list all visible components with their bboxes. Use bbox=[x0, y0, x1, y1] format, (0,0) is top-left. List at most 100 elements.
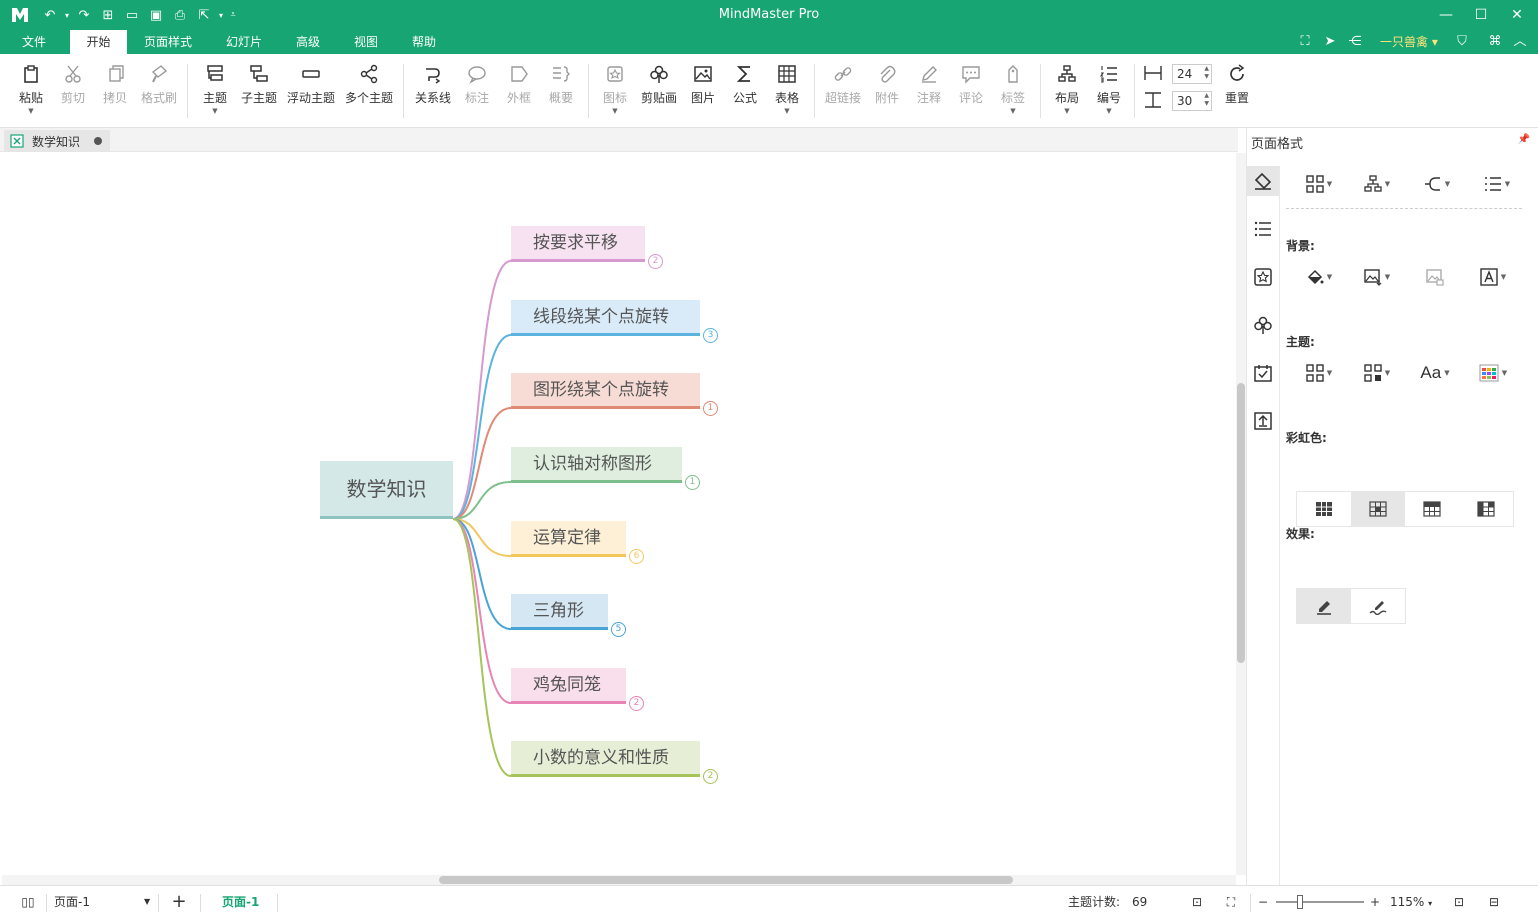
picture-button[interactable]: 图片 bbox=[686, 62, 720, 118]
icon-button[interactable]: 图标 ▼ bbox=[598, 62, 632, 118]
copy-button[interactable]: 拷贝 bbox=[98, 62, 132, 118]
collapse-ribbon-icon[interactable]: ︿ bbox=[1510, 33, 1530, 51]
horizontal-spacing-input[interactable]: 24 ▲ ▼ bbox=[1172, 64, 1212, 84]
main-topic[interactable]: 按要求平移 bbox=[511, 226, 645, 262]
layout-dropdown-icon[interactable]: ▼ bbox=[1050, 108, 1084, 115]
numbering-dropdown-icon[interactable]: ▼ bbox=[1092, 108, 1126, 115]
cut-button[interactable]: 剪切 bbox=[56, 62, 90, 118]
main-topic[interactable]: 认识轴对称图形 bbox=[511, 447, 682, 483]
icon-library-tab-icon[interactable] bbox=[1247, 262, 1279, 292]
paste-dropdown-icon[interactable]: ▼ bbox=[14, 108, 48, 115]
clipart-button[interactable]: 剪贴画 bbox=[638, 62, 680, 118]
rainbow-option-2[interactable] bbox=[1351, 492, 1405, 526]
note-button[interactable]: 注释 bbox=[912, 62, 946, 118]
minimize-button[interactable]: — bbox=[1431, 4, 1461, 26]
table-button[interactable]: 表格 ▼ bbox=[770, 62, 804, 118]
layout-button[interactable]: 布局 ▼ bbox=[1050, 62, 1084, 118]
main-topic[interactable]: 小数的意义和性质 bbox=[511, 741, 700, 777]
toggle-panel-icon[interactable]: ⊟ bbox=[1485, 886, 1503, 918]
tab-file[interactable]: 文件 bbox=[10, 30, 58, 54]
zoom-in-icon[interactable]: + bbox=[1369, 886, 1381, 918]
connector-style-button[interactable]: ▼ bbox=[1416, 172, 1458, 196]
background-color-button[interactable]: ▼ bbox=[1298, 265, 1340, 289]
tag-dropdown-icon[interactable]: ▼ bbox=[996, 108, 1030, 115]
rainbow-option-1[interactable] bbox=[1297, 492, 1351, 526]
theme-skin-icon[interactable]: ⛉ bbox=[1452, 33, 1472, 51]
central-topic[interactable]: 数学知识 bbox=[320, 461, 453, 519]
zoom-level[interactable]: 115% ▾ bbox=[1390, 886, 1432, 918]
comment-button[interactable]: 评论 bbox=[954, 62, 988, 118]
fullscreen-icon[interactable]: ⛶ bbox=[1295, 33, 1315, 51]
background-image-button[interactable]: ▼ bbox=[1356, 265, 1398, 289]
fullscreen-view-icon[interactable]: ⛶ bbox=[1222, 886, 1240, 918]
tab-slides[interactable]: 幻灯片 bbox=[215, 30, 273, 54]
rainbow-option-3[interactable] bbox=[1405, 492, 1459, 526]
export-tab-icon[interactable] bbox=[1247, 406, 1279, 436]
format-painter-button[interactable]: 格式刷 bbox=[138, 62, 180, 118]
horizontal-scroll-thumb[interactable] bbox=[439, 876, 1013, 884]
collapsed-count-badge[interactable]: 2 bbox=[703, 769, 718, 784]
collapsed-count-badge[interactable]: 5 bbox=[611, 622, 626, 637]
add-page-icon[interactable]: + bbox=[170, 886, 188, 918]
main-topic[interactable]: 三角形 bbox=[511, 594, 608, 630]
main-topic[interactable]: 运算定律 bbox=[511, 521, 626, 557]
zoom-slider[interactable] bbox=[1276, 901, 1364, 903]
collapsed-count-badge[interactable]: 6 bbox=[629, 549, 644, 564]
vertical-spacing-input[interactable]: 30 ▲ ▼ bbox=[1172, 91, 1212, 111]
numbering-style-button[interactable]: ▼ bbox=[1476, 172, 1518, 196]
relationship-button[interactable]: 关系线 bbox=[412, 62, 454, 118]
document-tab[interactable]: 数学知识 bbox=[4, 130, 110, 152]
pin-panel-icon[interactable]: 📌 bbox=[1518, 134, 1530, 145]
main-topic[interactable]: 线段绕某个点旋转 bbox=[511, 300, 700, 336]
hyperlink-button[interactable]: 超链接 bbox=[822, 62, 864, 118]
apps-icon[interactable]: ⌘ bbox=[1485, 33, 1505, 51]
tag-button[interactable]: 标签 ▼ bbox=[996, 62, 1030, 118]
icon-dropdown-icon[interactable]: ▼ bbox=[598, 108, 632, 115]
collapsed-count-badge[interactable]: 2 bbox=[629, 696, 644, 711]
tab-help[interactable]: 帮助 bbox=[401, 30, 447, 54]
tab-view[interactable]: 视图 bbox=[343, 30, 389, 54]
multiple-topics-button[interactable]: 多个主题 bbox=[343, 62, 395, 118]
topic-button[interactable]: 主题 ▼ bbox=[198, 62, 232, 118]
rainbow-option-4[interactable] bbox=[1459, 492, 1513, 526]
vertical-scrollbar[interactable] bbox=[1236, 153, 1246, 875]
task-tab-icon[interactable] bbox=[1247, 358, 1279, 388]
theme-color-button[interactable]: ▼ bbox=[1472, 361, 1514, 385]
share-icon[interactable]: ⋲ bbox=[1345, 33, 1365, 51]
page-selector[interactable]: 页面-1 ▼ bbox=[54, 886, 154, 918]
reset-button[interactable]: 重置 bbox=[1220, 62, 1254, 118]
summary-button[interactable]: 概要 bbox=[544, 62, 578, 118]
callout-button[interactable]: 标注 bbox=[460, 62, 494, 118]
attachment-button[interactable]: 附件 bbox=[870, 62, 904, 118]
collapsed-count-badge[interactable]: 1 bbox=[703, 401, 718, 416]
close-button[interactable]: ✕ bbox=[1502, 4, 1532, 26]
unsaved-indicator[interactable] bbox=[94, 137, 103, 145]
structure-style-button[interactable]: ▼ bbox=[1298, 172, 1340, 196]
publish-icon[interactable]: ➤ bbox=[1320, 33, 1340, 51]
floating-topic-button[interactable]: 浮动主题 bbox=[285, 62, 337, 118]
topic-dropdown-icon[interactable]: ▼ bbox=[198, 108, 232, 115]
watermark-button[interactable]: ▼ bbox=[1472, 265, 1514, 289]
collapsed-count-badge[interactable]: 2 bbox=[648, 254, 663, 269]
boundary-button[interactable]: 外框 bbox=[502, 62, 536, 118]
tab-advanced[interactable]: 高级 bbox=[285, 30, 331, 54]
theme-layout-button[interactable]: ▼ bbox=[1356, 361, 1398, 385]
remove-background-image-button[interactable] bbox=[1414, 265, 1456, 289]
formula-button[interactable]: 公式 bbox=[728, 62, 762, 118]
user-account[interactable]: 一只兽禽 ▾ bbox=[1380, 33, 1438, 51]
vertical-scroll-thumb[interactable] bbox=[1237, 383, 1245, 663]
layout-style-button[interactable]: ▼ bbox=[1356, 172, 1398, 196]
horizontal-scrollbar[interactable] bbox=[2, 875, 1236, 885]
effect-handdrawn-button[interactable] bbox=[1351, 589, 1405, 623]
tab-home[interactable]: 开始 bbox=[70, 30, 127, 54]
page-format-tab-icon[interactable] bbox=[1247, 166, 1279, 196]
page-tab-active[interactable]: 页面-1 bbox=[222, 886, 259, 918]
zoom-slider-handle[interactable] bbox=[1297, 895, 1303, 909]
theme-style-button[interactable]: ▼ bbox=[1298, 361, 1340, 385]
table-dropdown-icon[interactable]: ▼ bbox=[770, 108, 804, 115]
page-panel-toggle-icon[interactable]: ▯▯ bbox=[18, 886, 38, 918]
outline-tab-icon[interactable] bbox=[1247, 214, 1279, 244]
main-topic[interactable]: 图形绕某个点旋转 bbox=[511, 373, 700, 409]
subtopic-button[interactable]: 子主题 bbox=[240, 62, 278, 118]
main-topic[interactable]: 鸡兔同笼 bbox=[511, 668, 626, 704]
